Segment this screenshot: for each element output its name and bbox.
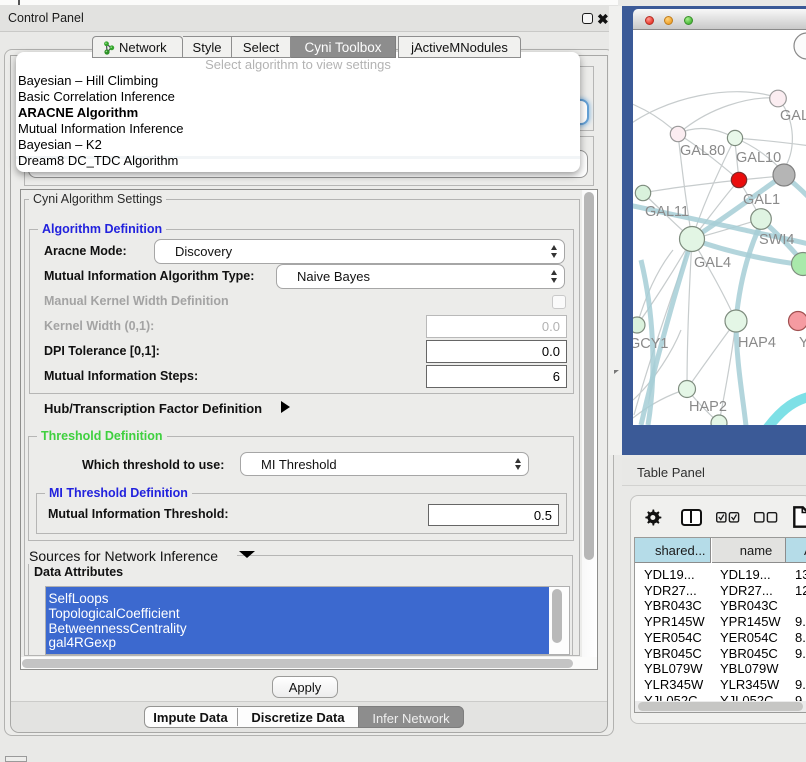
- svg-text:GCY1: GCY1: [633, 336, 669, 352]
- svg-text:GAL7: GAL7: [780, 108, 806, 124]
- svg-text:GAL11: GAL11: [645, 204, 689, 220]
- svg-text:HAP4: HAP4: [738, 335, 776, 351]
- svg-text:GAL10: GAL10: [736, 150, 781, 166]
- svg-text:GAL4: GAL4: [694, 255, 731, 271]
- svg-text:Y: Y: [799, 335, 806, 351]
- svg-text:GAL1: GAL1: [743, 192, 780, 208]
- svg-text:SWI4: SWI4: [759, 232, 794, 248]
- svg-text:HAP2: HAP2: [689, 399, 727, 415]
- svg-text:GAL80: GAL80: [680, 143, 725, 159]
